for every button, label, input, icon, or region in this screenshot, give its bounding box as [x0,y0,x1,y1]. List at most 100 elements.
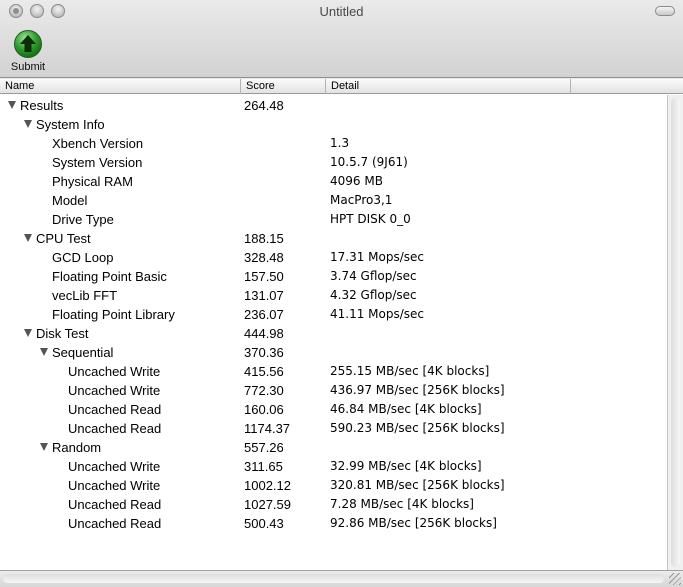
row-name: Uncached Read [68,402,162,417]
disclosure-triangle-icon[interactable] [40,348,48,356]
row-detail: 1.3 [330,136,350,150]
green-up-arrow-icon [14,30,42,58]
outline-row[interactable]: Uncached Write 772.30 436.97 MB/sec [256K … [0,381,667,400]
row-detail: 4096 MB [330,174,383,188]
outline-group-row[interactable]: Disk Test 444.98 [0,324,667,343]
outline-group-row[interactable]: Results 264.48 [0,96,667,115]
row-score: 370.36 [244,345,284,360]
row-detail: 3.74 Gflop/sec [330,269,417,283]
row-detail: 46.84 MB/sec [4K blocks] [330,402,482,416]
row-name: Uncached Read [68,421,162,436]
submit-label: Submit [10,61,46,73]
title-toolbar: Untitled Submit [0,0,683,78]
row-score: 160.06 [244,402,284,417]
outline-row[interactable]: Uncached Read 500.43 92.86 MB/sec [256K bl… [0,514,667,533]
column-header-score[interactable]: Score [241,79,326,94]
column-header-name[interactable]: Name [0,79,241,94]
outline-row[interactable]: Floating Point Basic 157.50 3.74 Gflop/sec [0,267,667,286]
row-detail: 320.81 MB/sec [256K blocks] [330,478,505,492]
outline-group-row[interactable]: System Info [0,115,667,134]
row-name: Model [52,193,88,208]
row-name: Disk Test [36,326,89,341]
row-name: Uncached Write [68,383,161,398]
outline-row[interactable]: Uncached Read 1174.37 590.23 MB/sec [256K … [0,419,667,438]
resize-grip[interactable] [669,573,681,585]
row-name: Random [52,440,102,455]
outline-row[interactable]: Uncached Read 1027.59 7.28 MB/sec [4K bloc… [0,495,667,514]
row-name: Uncached Write [68,478,161,493]
row-name: GCD Loop [52,250,114,265]
row-name: Uncached Write [68,459,161,474]
row-name: Xbench Version [52,136,144,151]
outline-row[interactable]: Physical RAM 4096 MB [0,172,667,191]
horizontal-scrollbar[interactable] [0,571,667,587]
row-detail: 10.5.7 (9J61) [330,155,408,169]
row-score: 772.30 [244,383,284,398]
outline-row[interactable]: Uncached Write 415.56 255.15 MB/sec [4K bl… [0,362,667,381]
row-score: 415.56 [244,364,284,379]
outline-row[interactable]: Model MacPro3,1 [0,191,667,210]
outline-group-row[interactable]: Random 557.26 [0,438,667,457]
bottom-bar [0,570,683,587]
row-name: System Version [52,155,143,170]
column-header-extra [571,79,683,94]
row-name: Floating Point Basic [52,269,167,284]
row-name: Sequential [52,345,114,360]
row-name: Floating Point Library [52,307,175,322]
row-name: Physical RAM [52,174,133,189]
results-outline-view[interactable]: Name Score Detail Results 264.48 System In… [0,79,683,570]
column-header: Name Score Detail [0,79,683,94]
row-detail: 436.97 MB/sec [256K blocks] [330,383,505,397]
row-detail: HPT DISK 0_0 [330,212,411,226]
row-score: 1027.59 [244,497,291,512]
outline-group-row[interactable]: Sequential 370.36 [0,343,667,362]
row-detail: 41.11 Mops/sec [330,307,425,321]
row-score: 328.48 [244,250,284,265]
window-title: Untitled [319,4,364,19]
row-detail: 92.86 MB/sec [256K blocks] [330,516,497,530]
disclosure-triangle-icon[interactable] [24,329,32,337]
row-name: Uncached Write [68,364,161,379]
outline-row[interactable]: Uncached Read 160.06 46.84 MB/sec [4K bloc… [0,400,667,419]
disclosure-triangle-icon[interactable] [24,120,32,128]
outline-row[interactable]: Xbench Version 1.3 [0,134,667,153]
submit-button[interactable]: Submit [6,29,50,75]
row-name: vecLib FFT [52,288,118,303]
row-score: 131.07 [244,288,284,303]
outline-group-row[interactable]: CPU Test 188.15 [0,229,667,248]
row-name: CPU Test [36,231,91,246]
row-score: 444.98 [244,326,284,341]
row-score: 236.07 [244,307,284,322]
vertical-scrollbar[interactable] [667,95,683,570]
toolbar-toggle-button[interactable] [655,6,675,16]
outline-row[interactable]: Drive Type HPT DISK 0_0 [0,210,667,229]
row-detail: MacPro3,1 [330,193,393,207]
disclosure-triangle-icon[interactable] [24,234,32,242]
row-name: Results [20,98,64,113]
row-name: Uncached Read [68,516,162,531]
row-score: 1002.12 [244,478,291,493]
disclosure-triangle-icon[interactable] [40,443,48,451]
outline-row[interactable]: vecLib FFT 131.07 4.32 Gflop/sec [0,286,667,305]
outline-row[interactable]: Uncached Write 1002.12 320.81 MB/sec [256K… [0,476,667,495]
outline-row[interactable]: Floating Point Library 236.07 41.11 Mops/s… [0,305,667,324]
row-name: Drive Type [52,212,114,227]
row-score: 500.43 [244,516,284,531]
row-score: 264.48 [244,98,284,113]
row-score: 311.65 [244,459,283,474]
row-detail: 255.15 MB/sec [4K blocks] [330,364,490,378]
row-detail: 32.99 MB/sec [4K blocks] [330,459,482,473]
xbench-window: Untitled Submit Name Score Detail Result… [0,0,683,587]
disclosure-triangle-icon[interactable] [8,101,16,109]
outline-row[interactable]: Uncached Write 311.65 32.99 MB/sec [4K blo… [0,457,667,476]
row-score: 557.26 [244,440,284,455]
row-name: Uncached Read [68,497,162,512]
row-score: 188.15 [244,231,284,246]
row-score: 157.50 [244,269,284,284]
row-detail: 590.23 MB/sec [256K blocks] [330,421,505,435]
row-detail: 7.28 MB/sec [4K blocks] [330,497,474,511]
outline-row[interactable]: System Version 10.5.7 (9J61) [0,153,667,172]
row-name: System Info [36,117,105,132]
outline-row[interactable]: GCD Loop 328.48 17.31 Mops/sec [0,248,667,267]
column-header-detail[interactable]: Detail [326,79,571,94]
